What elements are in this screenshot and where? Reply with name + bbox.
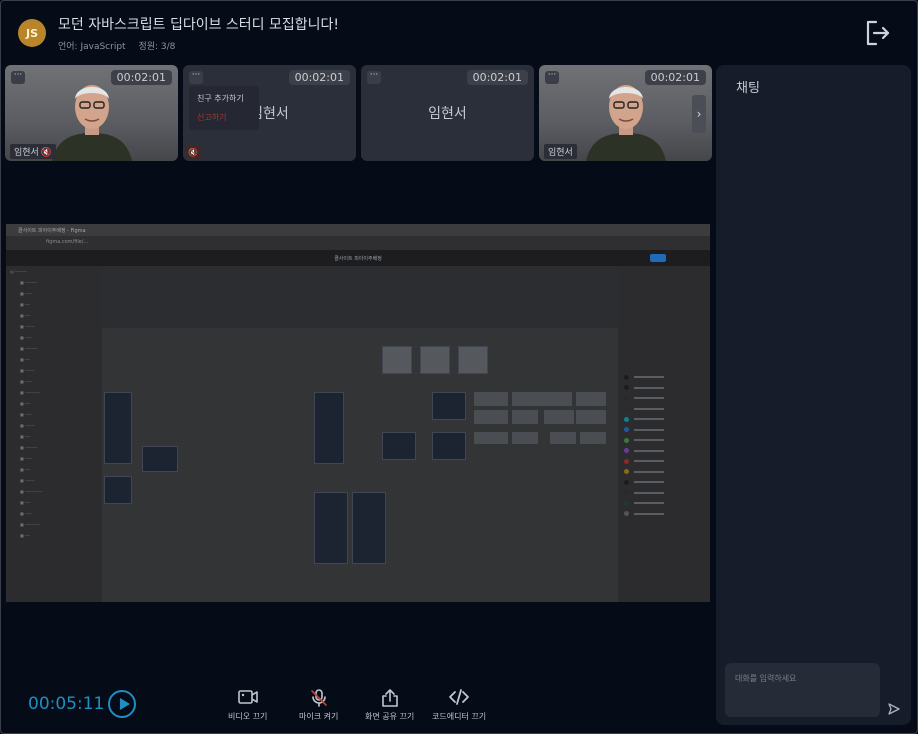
screen-share-label: 화면 공유 끄기 — [365, 712, 415, 721]
figma-toolbar: 클사이트 피아이주배정 — [6, 250, 710, 266]
report-menu-item[interactable]: 신고하기 — [189, 108, 259, 127]
play-button[interactable] — [108, 690, 136, 718]
room-meta: 언어: JavaScript 정원: 3/8 — [58, 39, 339, 52]
tile-timer: 00:02:01 — [466, 70, 528, 85]
exit-room-button[interactable] — [862, 18, 892, 48]
tile-timer: 00:02:01 — [288, 70, 350, 85]
browser-tab-title: 클사이트 피아이주배정 - Figma — [18, 228, 86, 234]
browser-url: figma.com/file/... — [46, 239, 89, 245]
browser-address-bar: figma.com/file/... — [6, 236, 710, 250]
room-language: 언어: JavaScript — [58, 42, 126, 52]
participant-name: 임현서 — [428, 106, 467, 122]
video-toggle-label: 비디오 끄기 — [228, 712, 268, 721]
share-icon — [381, 689, 398, 707]
mic-toggle-button[interactable]: 마이크 켜기 — [299, 688, 338, 722]
javascript-logo: JS — [18, 19, 46, 47]
figma-design-panel — [618, 266, 710, 602]
figma-layers-panel: ▤ ───── ■ ───── ■ ─── ■ ── ■ ── ■ ──── ■ ───… — [6, 266, 102, 602]
room-header: JS 모던 자바스크립트 딥다이브 스터디 모집합니다! 언어: JavaScr… — [18, 14, 339, 52]
send-button[interactable] — [887, 701, 901, 715]
video-toggle-button[interactable]: 비디오 끄기 — [228, 688, 267, 722]
participant-name: 임현서 — [14, 148, 39, 158]
tile-more-button[interactable]: ··· — [545, 71, 559, 84]
chat-panel: 채팅 — [716, 65, 911, 725]
exit-icon — [866, 20, 890, 46]
chevron-right-icon: › — [696, 107, 702, 121]
tile-more-button[interactable]: ··· — [11, 71, 25, 84]
add-friend-menu-item[interactable]: 친구 추가하기 — [189, 89, 259, 108]
browser-tab-bar: 클사이트 피아이주배정 - Figma — [6, 224, 710, 236]
tile-timer: 00:02:01 — [110, 70, 172, 85]
code-editor-toggle-button[interactable]: 코드에디터 끄기 — [432, 688, 486, 722]
next-tiles-button[interactable]: › — [692, 95, 706, 133]
elapsed-time: 00:05:11 — [28, 694, 105, 714]
room-title: 모던 자바스크립트 딥다이브 스터디 모집합니다! — [58, 17, 340, 33]
room-capacity: 정원: 3/8 — [138, 42, 176, 52]
chat-title: 채팅 — [736, 81, 760, 96]
participant-name: 임현서 — [548, 148, 573, 158]
participant-name-tag: 임현서 🔇 — [10, 144, 57, 159]
tile-context-menu: 친구 추가하기 신고하기 — [189, 86, 259, 130]
tile-more-button[interactable]: ··· — [367, 71, 381, 84]
participant-tile[interactable]: ··· 00:02:01 임현서 🔇 — [5, 65, 178, 161]
mic-toggle-label: 마이크 켜기 — [299, 712, 339, 721]
muted-icon: 🔇 — [40, 148, 53, 158]
tile-timer: 00:02:01 — [644, 70, 706, 85]
participant-name-tag: 임현서 — [544, 144, 577, 159]
video-camera-icon — [237, 690, 258, 704]
muted-icon: 🔇 — [185, 146, 201, 160]
mic-off-icon — [310, 689, 327, 707]
send-icon — [888, 703, 900, 715]
participant-tiles: ··· 00:02:01 임현서 🔇 ··· 00:02:01 임현서 ··· 0… — [5, 65, 712, 161]
shared-screen: 클사이트 피아이주배정 - Figma figma.com/file/... 클… — [6, 224, 710, 602]
figma-share-icon — [650, 254, 666, 262]
figma-file-title: 클사이트 피아이주배정 — [334, 256, 382, 262]
figma-canvas — [102, 266, 618, 602]
participant-tile[interactable]: ··· 00:02:01 임현서 › — [539, 65, 712, 161]
screen-share-toggle-button[interactable]: 화면 공유 끄기 — [365, 688, 414, 722]
play-icon — [120, 698, 130, 710]
code-icon — [449, 689, 469, 705]
tile-more-button[interactable]: ··· — [189, 71, 203, 84]
code-editor-label: 코드에디터 끄기 — [432, 712, 487, 721]
chat-input[interactable] — [725, 663, 880, 717]
participant-tile[interactable]: ··· 00:02:01 임현서 — [361, 65, 534, 161]
